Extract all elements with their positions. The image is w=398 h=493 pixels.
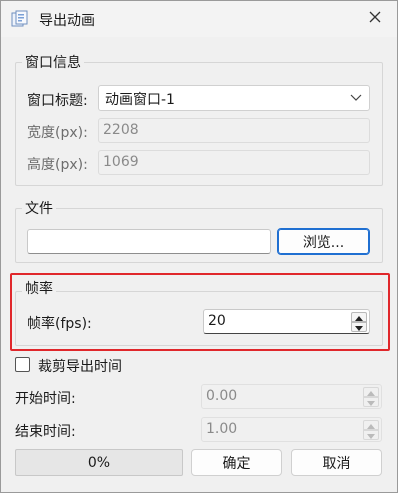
fps-value: 20 <box>208 313 226 329</box>
end-time-value: 1.00 <box>206 421 238 437</box>
export-animation-dialog: 导出动画 窗口信息 窗口标题: 动画窗口-1 宽度(px): 2208 高度(p… <box>0 0 398 493</box>
title-bar: 导出动画 <box>1 1 397 37</box>
start-time-value: 0.00 <box>206 388 238 404</box>
crop-time-label[interactable]: 裁剪导出时间 <box>38 356 122 376</box>
cancel-button[interactable]: 取消 <box>291 449 382 476</box>
window-info-legend: 窗口信息 <box>22 52 84 72</box>
close-icon <box>368 10 382 28</box>
start-time-label: 开始时间: <box>15 391 76 407</box>
width-label: 宽度(px): <box>27 125 88 141</box>
fps-spinbox[interactable]: 20 <box>203 309 370 334</box>
start-time-spinbox: 0.00 <box>201 384 382 409</box>
fps-decrement-button[interactable] <box>351 322 367 332</box>
width-value: 2208 <box>103 122 139 138</box>
start-time-decrement-button <box>363 397 379 407</box>
end-time-label: 结束时间: <box>15 424 76 440</box>
file-legend: 文件 <box>22 198 56 218</box>
window-title: 导出动画 <box>39 13 95 29</box>
window-title-select[interactable]: 动画窗口-1 <box>98 85 370 111</box>
close-button[interactable] <box>359 5 391 33</box>
fps-spin-buttons <box>351 312 367 332</box>
height-value: 1069 <box>103 154 139 170</box>
end-time-decrement-button <box>363 430 379 440</box>
fps-label: 帧率(fps): <box>27 316 92 332</box>
triangle-down-icon <box>355 319 363 335</box>
ok-button[interactable]: 确定 <box>191 449 282 476</box>
end-time-spinbox: 1.00 <box>201 417 382 442</box>
triangle-down-icon <box>367 394 375 410</box>
crop-time-checkbox[interactable] <box>15 357 30 372</box>
browse-button[interactable]: 浏览... <box>277 228 370 255</box>
file-path-input[interactable] <box>27 229 271 254</box>
window-title-select-value: 动画窗口-1 <box>105 92 175 108</box>
window-title-label: 窗口标题: <box>27 93 88 109</box>
height-label: 高度(px): <box>27 157 88 173</box>
end-time-spin-buttons <box>363 420 379 440</box>
width-field: 2208 <box>98 118 370 143</box>
export-progress-bar: 0% <box>15 449 183 476</box>
triangle-down-icon <box>367 427 375 443</box>
start-time-spin-buttons <box>363 387 379 407</box>
progress-text: 0% <box>87 454 111 471</box>
app-icon <box>11 10 29 28</box>
fps-legend: 帧率 <box>22 278 56 298</box>
height-field: 1069 <box>98 150 370 175</box>
chevron-down-icon <box>349 90 363 104</box>
